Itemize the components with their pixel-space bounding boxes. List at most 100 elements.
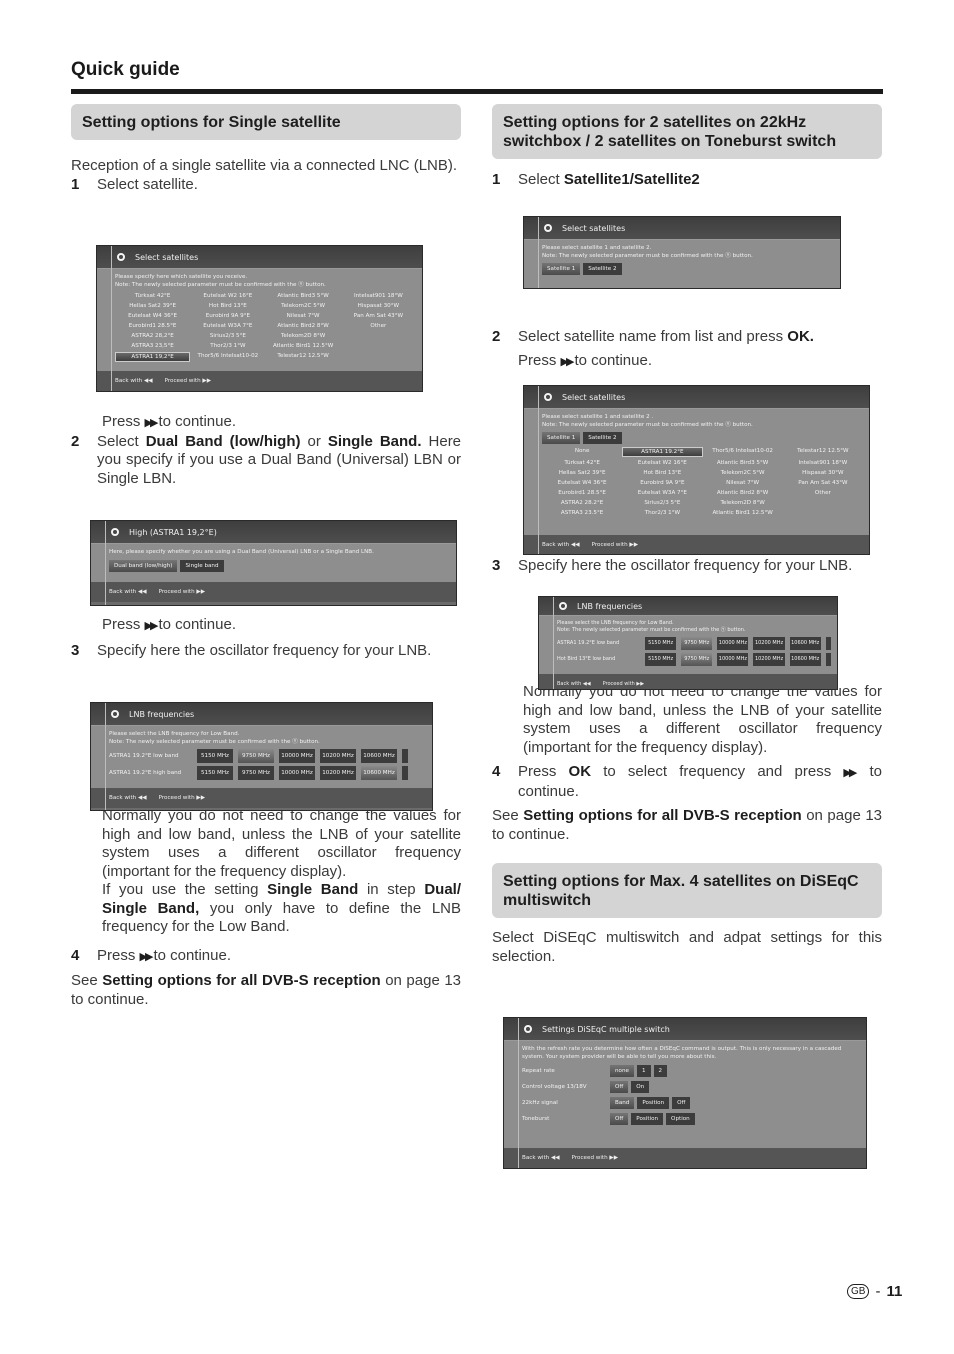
satellite-option[interactable]: Eurobird 9A 9°E: [190, 312, 265, 320]
satellite-option[interactable]: Thor5/6 Intelsat10-02: [703, 447, 783, 457]
satellite-option[interactable]: Eutelsat W3A 7°E: [622, 489, 702, 497]
lnb-row: ASTRA1 19.2°E low band 5150 MHz 9750 MHz 10…: [557, 637, 831, 650]
satellite-option[interactable]: Thor2/3 1°W: [622, 509, 702, 517]
satellite-option[interactable]: Eutelsat W4 36°E: [115, 312, 190, 320]
intro-text: Reception of a single satellite via a co…: [71, 157, 458, 174]
satellite-option[interactable]: Eutelsat W2 16°E: [190, 292, 265, 300]
frequency-option[interactable]: 9750 MHz: [238, 766, 274, 780]
satellite-option[interactable]: Hellas Sat2 39°E: [115, 302, 190, 310]
frequency-option[interactable]: 10000 MHz: [717, 637, 749, 650]
diseqc-option-button[interactable]: Position: [637, 1097, 670, 1109]
band-option-button[interactable]: Single band: [180, 560, 224, 572]
satellite-option[interactable]: Hellas Sat2 39°E: [542, 469, 622, 477]
frequency-option[interactable]: 5150 MHz: [197, 766, 233, 780]
lnb-note: Normally you do not need to change the v…: [523, 683, 882, 756]
section-heading-single: Setting options for Single satellite: [71, 104, 461, 140]
satellite-tab[interactable]: Satellite 1: [542, 432, 581, 444]
satellite-option[interactable]: ASTRA2 28.2°E: [542, 499, 622, 507]
satellite-tab[interactable]: Satellite 2: [583, 432, 622, 444]
frequency-option[interactable]: 10200 MHz: [320, 766, 356, 780]
satellite-option[interactable]: Eurobird 9A 9°E: [622, 479, 702, 487]
frequency-option[interactable]: 5150 MHz: [645, 637, 677, 650]
frequency-option[interactable]: 5150 MHz: [645, 653, 677, 666]
diseqc-row: Control voltage 13/18V Off On: [522, 1081, 860, 1093]
diseqc-option-button[interactable]: Option: [666, 1113, 695, 1125]
satellite-option[interactable]: Other: [341, 322, 416, 330]
frequency-option[interactable]: 10600 MHz: [789, 653, 821, 666]
satellite-option[interactable]: Telekom2D 8°W: [266, 332, 341, 340]
satellite-option[interactable]: Eutelsat W2 16°E: [622, 459, 702, 467]
satellite-option[interactable]: Telekom2D 8°W: [703, 499, 783, 507]
frequency-option[interactable]: 5150 MHz: [197, 749, 233, 763]
satellite-option[interactable]: Atlantic Bird1 12.5°W: [266, 342, 341, 350]
satellite-option[interactable]: ASTRA3 23,5°E: [115, 342, 190, 350]
satellite-option[interactable]: Hot Bird 13°E: [622, 469, 702, 477]
section-heading-diseqc: Setting options for Max. 4 satellites on…: [492, 863, 882, 918]
satellite-option[interactable]: Eurobird1 28.5°E: [115, 322, 190, 330]
satellite-option[interactable]: Telekom2C 5°W: [703, 469, 783, 477]
satellite-tab[interactable]: Satellite 2: [583, 263, 622, 275]
screen-lnb-frequencies-two: LNB frequencies Please select the LNB fr…: [538, 596, 838, 690]
frequency-option[interactable]: 10600 MHz: [789, 637, 821, 650]
satellite-option[interactable]: Türksat 42°E: [115, 292, 190, 300]
frequency-option[interactable]: 10600 MHz: [361, 766, 397, 780]
diseqc-option-button[interactable]: 1: [636, 1065, 651, 1077]
band-option-button[interactable]: Dual band (low/high): [109, 560, 178, 572]
satellite-option[interactable]: Atlantic Bird3 5°W: [703, 459, 783, 467]
title-rule: [71, 89, 883, 94]
diseqc-option-button[interactable]: Off: [610, 1113, 629, 1125]
diseqc-option-button[interactable]: none: [610, 1065, 634, 1077]
frequency-option[interactable]: 10600 MHz: [361, 749, 397, 763]
satellite-option[interactable]: Eutelsat W4 36°E: [542, 479, 622, 487]
satellite-option[interactable]: Eurobird1 28.5°E: [542, 489, 622, 497]
satellite-option[interactable]: Nilesat 7°W: [703, 479, 783, 487]
satellite-option[interactable]: Pan Am Sat 43°W: [341, 312, 416, 320]
diseqc-option-button[interactable]: Off: [610, 1081, 629, 1093]
satellite-option[interactable]: ASTRA3 23.5°E: [542, 509, 622, 517]
satellite-option[interactable]: Nilesat 7°W: [266, 312, 341, 320]
frequency-option[interactable]: 10200 MHz: [320, 749, 356, 763]
satellite-option[interactable]: Atlantic Bird1 12.5°W: [703, 509, 783, 517]
satellite-option[interactable]: Telekom2C 5°W: [266, 302, 341, 310]
lnb-row: ASTRA1 19.2°E low band 5150 MHz 9750 MHz 10…: [109, 749, 426, 763]
satellite-option[interactable]: ASTRA1 19,2°E: [115, 352, 191, 362]
satellite-option[interactable]: Atlantic Bird2 8°W: [703, 489, 783, 497]
satellite-option[interactable]: Intelsat901 18°W: [783, 459, 863, 467]
satellite-option[interactable]: Hot Bird 13°E: [190, 302, 265, 310]
satellite-option[interactable]: None: [542, 447, 622, 457]
frequency-option[interactable]: 10200 MHz: [753, 653, 785, 666]
frequency-option[interactable]: 9750 MHz: [681, 653, 713, 666]
frequency-option[interactable]: 10000 MHz: [279, 766, 315, 780]
satellite-option[interactable]: Telestar12 12.5°W: [266, 352, 341, 362]
satellite-option[interactable]: ASTRA2 28,2°E: [115, 332, 190, 340]
gear-icon: [111, 710, 119, 718]
satellite-option[interactable]: Telestar12 12.5°W: [783, 447, 863, 457]
satellite-option[interactable]: Intelsat901 18°W: [341, 292, 416, 300]
diseqc-option-button[interactable]: On: [631, 1081, 650, 1093]
frequency-option[interactable]: 9750 MHz: [238, 749, 274, 763]
satellite-option[interactable]: Türksat 42°E: [542, 459, 622, 467]
frequency-option[interactable]: 10200 MHz: [753, 637, 785, 650]
diseqc-option-button[interactable]: Position: [631, 1113, 664, 1125]
frequency-option[interactable]: 10000 MHz: [279, 749, 315, 763]
satellite-option[interactable]: Eutelsat W3A 7°E: [190, 322, 265, 330]
satellite-option[interactable]: Atlantic Bird2 8°W: [266, 322, 341, 330]
diseqc-option-button[interactable]: Off: [672, 1097, 691, 1109]
satellite-option[interactable]: Thor2/3 1°W: [190, 342, 265, 350]
frequency-option[interactable]: 10000 MHz: [717, 653, 749, 666]
more-indicator: [825, 653, 831, 666]
satellite-option[interactable]: Pan Am Sat 43°W: [783, 479, 863, 487]
satellite-option[interactable]: Other: [783, 489, 863, 497]
diseqc-option-button[interactable]: Band: [610, 1097, 635, 1109]
satellite-option[interactable]: Sirius2/3 5°E: [622, 499, 702, 507]
satellite-option[interactable]: Atlantic Bird3 5°W: [266, 292, 341, 300]
satellite-option[interactable]: Sirius2/3 5°E: [190, 332, 265, 340]
satellite-option[interactable]: Hispasat 30°W: [341, 302, 416, 310]
frequency-option[interactable]: 9750 MHz: [681, 637, 713, 650]
satellite-tab[interactable]: Satellite 1: [542, 263, 581, 275]
satellite-option[interactable]: Thor5/6 Intelsat10-02: [190, 352, 265, 362]
satellite-option[interactable]: ASTRA1 19.2°E: [622, 447, 703, 457]
diseqc-option-button[interactable]: 2: [653, 1065, 668, 1077]
gear-icon: [544, 393, 552, 401]
satellite-option[interactable]: Hispasat 30°W: [783, 469, 863, 477]
